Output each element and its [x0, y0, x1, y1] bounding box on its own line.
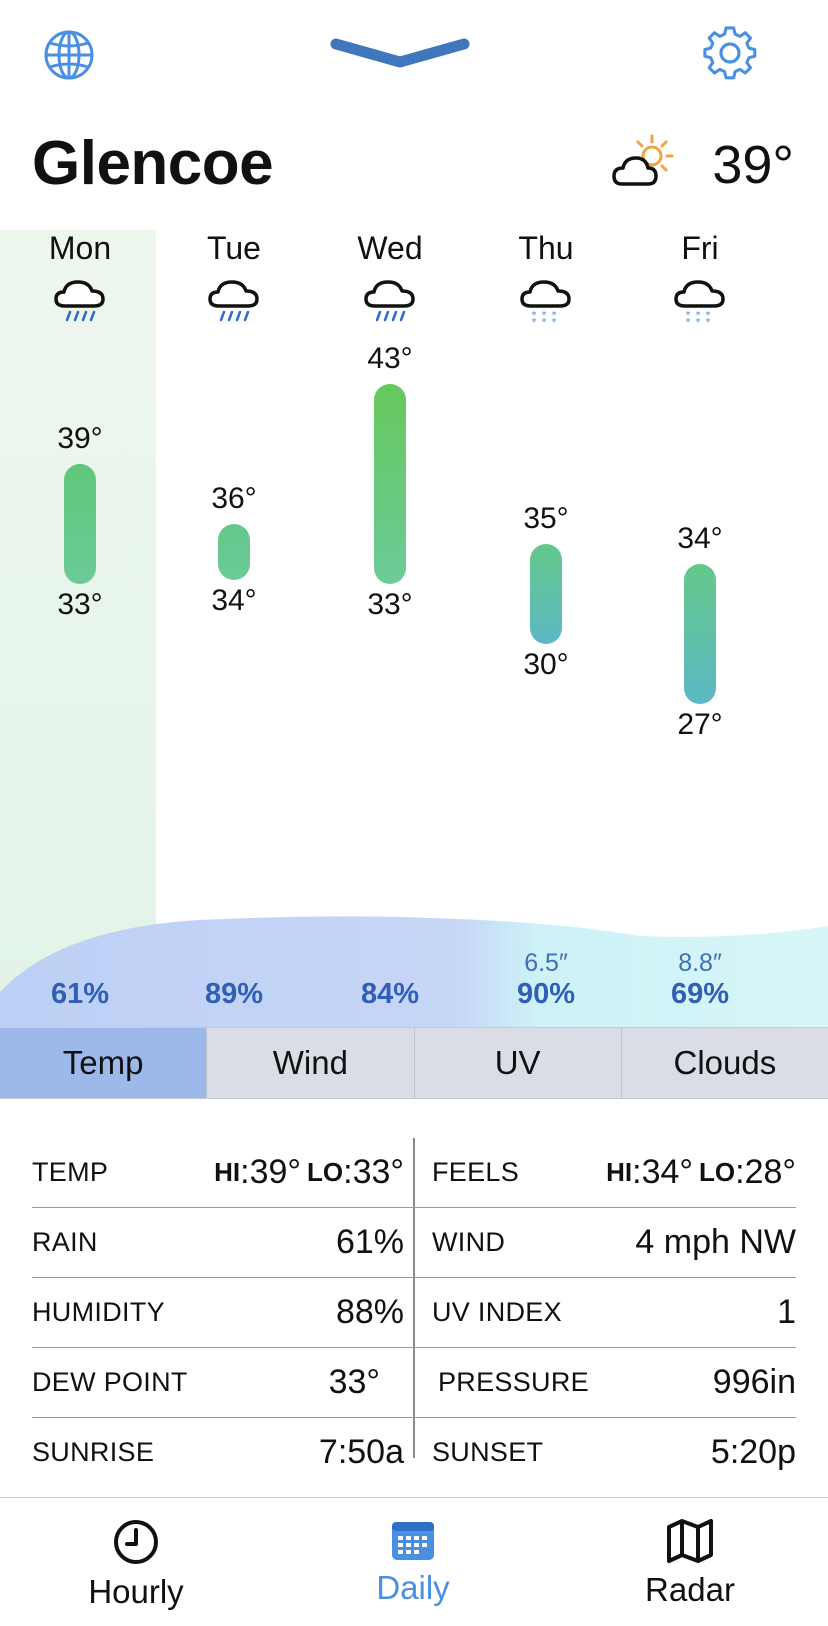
temp-range-bar	[374, 384, 406, 584]
precip-percent-label: 61%	[50, 978, 110, 1010]
temp-hi: :39°	[240, 1153, 302, 1191]
sunset-value: 5:20p	[710, 1433, 796, 1471]
wind-value: 4 mph NW	[635, 1223, 796, 1261]
feels-hi-prefix: HI	[606, 1157, 633, 1187]
temp-label: TEMP	[32, 1157, 109, 1187]
temp-value: HI:39° LO:33°	[172, 1138, 404, 1207]
temp-lo-prefix: LO	[307, 1157, 344, 1187]
city-name: Glencoe	[32, 129, 274, 198]
feels-hi: :34°	[632, 1153, 694, 1191]
high-temp-label: 36°	[211, 482, 257, 515]
tab-uv[interactable]: UV	[415, 1028, 622, 1098]
day-column-fri[interactable]: Fri * * * * * *	[622, 230, 778, 331]
precip-percent-label: 90%	[516, 978, 576, 1010]
svg-text:*: *	[706, 317, 711, 326]
day-column-mon[interactable]: Mon	[2, 230, 158, 331]
details-row-dew: DEW POINT 33° PRESSURE 996in	[32, 1348, 796, 1418]
nav-hourly[interactable]: Hourly	[36, 1518, 236, 1611]
metric-tabs: Temp Wind UV Clouds	[0, 1027, 828, 1099]
sunrise-value: 7:50a	[318, 1433, 404, 1471]
rain-cloud-icon	[54, 280, 105, 322]
svg-text:*: *	[696, 317, 701, 326]
nav-radar[interactable]: Radar	[590, 1518, 790, 1609]
precip-percent-label: 84%	[360, 978, 420, 1010]
high-temp-label: 34°	[677, 522, 723, 555]
day-column-thu[interactable]: Thu * * * * * *	[468, 230, 624, 331]
temp-hi-prefix: HI	[214, 1157, 241, 1187]
high-temp-label: 35°	[523, 502, 569, 535]
bottom-navigation: Hourly Daily Radar	[0, 1497, 828, 1626]
tab-clouds[interactable]: Clouds	[622, 1028, 828, 1098]
details-grid: TEMP HI:39° LO:33° FEELS HI:34° LO:28° RAI…	[32, 1138, 796, 1487]
temp-range-bar	[684, 564, 716, 704]
day-name: Thu	[518, 230, 574, 266]
low-temp-label: 27°	[677, 708, 723, 741]
dew-point-value: 33°	[328, 1363, 380, 1401]
svg-text:*: *	[552, 317, 557, 326]
clock-icon	[114, 1520, 158, 1564]
temp-range-bar	[218, 524, 250, 580]
day-name: Mon	[48, 230, 112, 266]
precip-percent-label: 69%	[670, 978, 730, 1010]
map-icon	[667, 1519, 713, 1563]
chevron-down-icon[interactable]	[330, 36, 470, 70]
uv-index-label: UV INDEX	[432, 1297, 562, 1327]
day-column-tue[interactable]: Tue	[156, 230, 312, 331]
details-row-sun: SUNRISE 7:50a SUNSET 5:20p	[32, 1418, 796, 1487]
temp-range-bar	[64, 464, 96, 584]
feels-label: FEELS	[432, 1157, 520, 1187]
feels-lo: :28°	[735, 1153, 796, 1191]
snow-cloud-icon: * * ** * *	[520, 280, 571, 328]
sunrise-label: SUNRISE	[32, 1437, 155, 1467]
svg-text:*: *	[532, 317, 537, 326]
snow-cloud-icon: * * ** * *	[674, 280, 725, 328]
high-temp-label: 39°	[57, 422, 103, 455]
dew-point-label: DEW POINT	[32, 1367, 188, 1397]
day-column-wed[interactable]: Wed	[312, 230, 468, 331]
wind-label: WIND	[432, 1227, 506, 1257]
day-name: Fri	[681, 230, 719, 266]
svg-text:*: *	[686, 317, 691, 326]
snow-amount-label: 6.5″	[524, 949, 568, 977]
details-row-humidity: HUMIDITY 88% UV INDEX 1	[32, 1278, 796, 1348]
partly-sunny-cloud-icon	[612, 134, 674, 186]
low-temp-label: 34°	[211, 584, 257, 617]
rain-label: RAIN	[32, 1227, 98, 1257]
tab-temp[interactable]: Temp	[0, 1028, 208, 1098]
rain-cloud-icon	[208, 280, 259, 322]
nav-hourly-label: Hourly	[88, 1573, 184, 1610]
humidity-label: HUMIDITY	[32, 1297, 165, 1327]
globe-icon[interactable]	[42, 28, 96, 82]
uv-index-value: 1	[777, 1293, 796, 1331]
low-temp-label: 33°	[367, 588, 413, 621]
rain-cloud-icon	[364, 280, 415, 322]
low-temp-label: 33°	[57, 588, 103, 621]
temp-range-bar	[530, 544, 562, 644]
tab-wind[interactable]: Wind	[207, 1028, 415, 1098]
sunset-label: SUNSET	[432, 1437, 544, 1467]
calendar-icon	[392, 1522, 434, 1560]
temp-lo: :33°	[343, 1153, 404, 1191]
feels-lo-prefix: LO	[699, 1157, 736, 1187]
snow-amount-label: 8.8″	[678, 949, 722, 977]
pressure-value: 996in	[712, 1363, 796, 1401]
high-temp-label: 43°	[367, 342, 413, 375]
nav-daily[interactable]: Daily	[313, 1518, 513, 1607]
humidity-value: 88%	[335, 1293, 404, 1331]
rain-value: 61%	[335, 1223, 404, 1261]
details-row-rain: RAIN 61% WIND 4 mph NW	[32, 1208, 796, 1278]
current-temperature: 39°	[712, 135, 794, 195]
nav-radar-label: Radar	[645, 1571, 735, 1608]
precip-percent-label: 89%	[204, 978, 264, 1010]
svg-text:*: *	[542, 317, 547, 326]
day-name: Tue	[207, 230, 261, 266]
day-name: Wed	[357, 230, 423, 266]
low-temp-label: 30°	[523, 648, 569, 681]
nav-daily-label: Daily	[376, 1569, 450, 1606]
details-row-temp: TEMP HI:39° LO:33° FEELS HI:34° LO:28°	[32, 1138, 796, 1208]
feels-value: HI:34° LO:28°	[562, 1138, 796, 1207]
gear-icon[interactable]	[702, 26, 758, 82]
